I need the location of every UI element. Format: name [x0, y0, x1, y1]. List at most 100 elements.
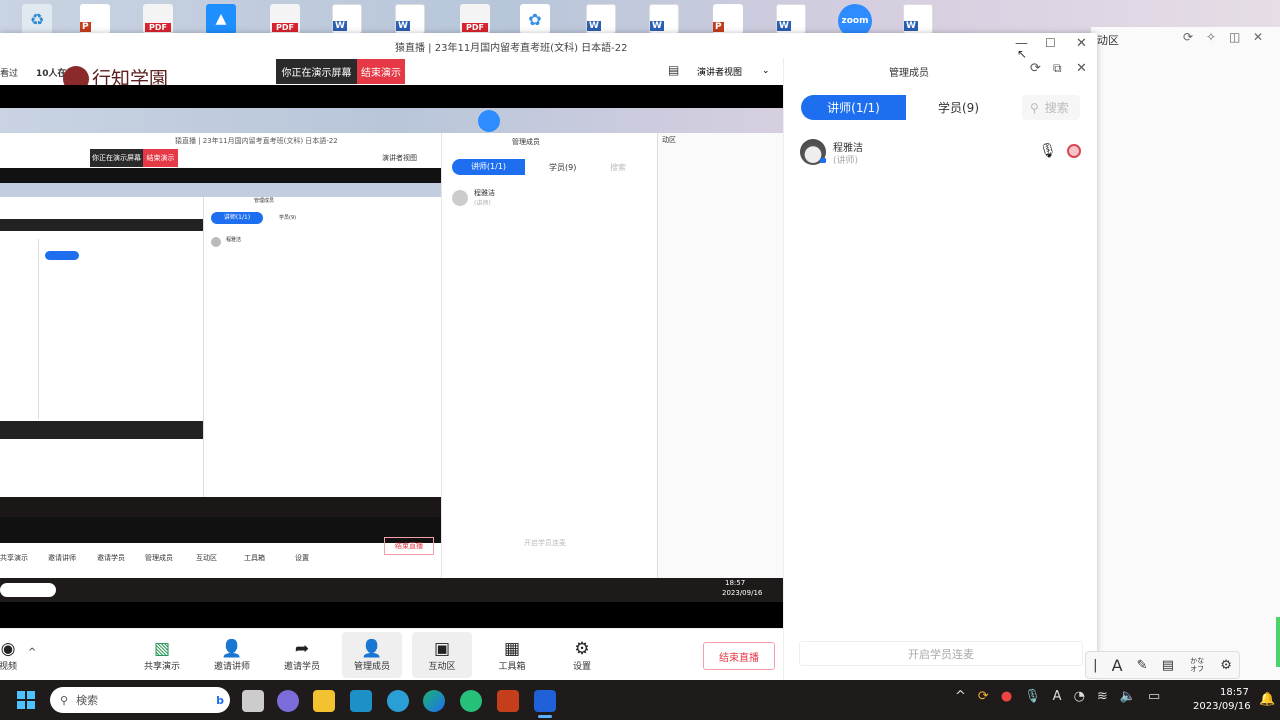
notification-icon[interactable]: 🔔	[1259, 692, 1275, 707]
layout-icon[interactable]: ▤	[668, 63, 679, 77]
tb-settings[interactable]: ⚙ 设置	[552, 632, 612, 678]
end-live-button[interactable]: 结束直播	[703, 642, 775, 670]
members-title: 管理成员	[889, 68, 929, 79]
deep-avatar	[211, 237, 221, 247]
app-mylp-icon[interactable]	[350, 690, 372, 712]
tab-teacher[interactable]: 讲师(1/1)	[801, 95, 906, 120]
tb-tools[interactable]: ▦ 工具箱	[482, 632, 542, 678]
volume-icon[interactable]: 🔈	[1120, 689, 1136, 704]
pin-icon[interactable]: ✧	[1206, 30, 1216, 44]
tb-settings-label: 设置	[572, 661, 591, 672]
tb-interact[interactable]: ▣ 互动区	[412, 632, 472, 678]
nested-end-present: 结束演示	[143, 149, 178, 167]
bing-icon: b	[216, 693, 224, 707]
grid-icon: ▦	[503, 638, 521, 659]
nested-window: 猿直播 | 23年11月国内留考直考班(文科) 日本語-22 你正在演示屏幕 结…	[0, 133, 783, 578]
word-file-icon[interactable]	[586, 4, 616, 34]
end-live-label: 结束直播	[719, 652, 759, 664]
nested-desktop	[0, 108, 783, 135]
teams-icon[interactable]	[277, 690, 299, 712]
ime-indicator[interactable]: A	[1053, 689, 1062, 704]
enable-student-mic-button[interactable]: 开启学员连麦	[799, 641, 1083, 666]
nested-view-mode: 演讲者视图	[382, 154, 417, 162]
edge-icon[interactable]	[423, 690, 445, 712]
ppt-file-icon[interactable]	[80, 4, 110, 34]
end-present-button[interactable]: 结束演示	[357, 59, 405, 84]
nested-avatar	[452, 190, 468, 206]
nested-tab-student: 学员(9)	[549, 163, 577, 172]
app-tray-icon[interactable]: ●	[1001, 689, 1012, 704]
close-panel-icon[interactable]: ✕	[1076, 61, 1087, 76]
word-file-icon[interactable]	[649, 4, 679, 34]
word-file-icon[interactable]	[903, 4, 933, 34]
search-input[interactable]: ⚲ 搜索	[1022, 95, 1080, 120]
ime-settings-icon[interactable]: ⚙	[1220, 658, 1232, 673]
recycle-bin-icon[interactable]: ♻	[22, 4, 52, 34]
ime-pad-icon[interactable]: ✎	[1137, 658, 1148, 673]
end-present-label: 结束演示	[361, 68, 401, 79]
battery-icon[interactable]: ▭	[1148, 689, 1160, 704]
maximize-button[interactable]: ☐	[1045, 36, 1056, 50]
tb-invite-student[interactable]: ➦ 邀请学员	[272, 632, 332, 678]
nested-tab-teacher: 讲师(1/1)	[452, 159, 525, 175]
camera-off-icon[interactable]	[1067, 144, 1081, 158]
microphone-icon[interactable]: 🎙	[1024, 689, 1041, 704]
ppt-file-icon[interactable]	[713, 4, 743, 34]
refresh-icon[interactable]: ⟳	[1030, 61, 1041, 76]
cloud-app-icon[interactable]: ✿	[520, 4, 550, 34]
app-green-icon[interactable]	[460, 690, 482, 712]
presenting-status: 你正在演示屏幕	[276, 59, 357, 84]
clock-time[interactable]: 18:57	[1220, 687, 1249, 698]
ime-mode-button[interactable]: A	[1112, 656, 1123, 675]
nested-interaction-window: 动区	[657, 133, 783, 578]
tab-teacher-label: 讲师(1/1)	[827, 101, 880, 115]
powerpoint-icon[interactable]	[497, 690, 519, 712]
refresh-icon[interactable]: ⟳	[1183, 30, 1193, 44]
pdf-file-icon[interactable]	[460, 4, 490, 34]
dock-icon[interactable]: ◫	[1229, 30, 1240, 44]
nested-search-box	[0, 583, 56, 597]
ime-handle-icon[interactable]: |	[1093, 658, 1097, 673]
word-file-icon[interactable]	[776, 4, 806, 34]
member-name: 程雅洁	[833, 143, 863, 154]
popout-icon[interactable]: ⧉	[1053, 61, 1062, 76]
interaction-title: 动区	[1097, 34, 1119, 47]
tab-student[interactable]: 学员(9)	[906, 95, 1011, 120]
app-icon[interactable]: ▲	[206, 4, 236, 34]
tb-manage-members[interactable]: 👤 管理成员	[342, 632, 402, 678]
tb-invite-teacher[interactable]: 👤 邀请讲师	[202, 632, 262, 678]
ime-kana-toggle[interactable]: かな オフ	[1188, 657, 1206, 673]
pdf-file-icon[interactable]	[143, 4, 173, 34]
view-mode-select[interactable]: 演讲者视图 ⌄	[697, 62, 777, 80]
start-button[interactable]	[17, 691, 35, 709]
nested-presenting: 你正在演示屏幕	[90, 149, 143, 167]
help-icon[interactable]	[387, 690, 409, 712]
word-file-icon[interactable]	[332, 4, 362, 34]
nested-tb-invite-student: 邀请学员	[97, 554, 125, 562]
chevron-up-icon[interactable]: ^	[955, 689, 966, 704]
nested-presenting-label: 你正在演示屏幕	[92, 154, 141, 162]
deeper-tab	[45, 251, 79, 260]
word-file-icon[interactable]	[395, 4, 425, 34]
close-icon[interactable]: ✕	[1253, 30, 1263, 44]
tb-share[interactable]: ▧ 共享演示	[132, 632, 192, 678]
live-app-icon[interactable]	[534, 690, 556, 712]
wifi-icon[interactable]: ≋	[1097, 689, 1108, 704]
task-view-icon[interactable]	[242, 690, 264, 712]
ime-toolbar: | A ✎ ▤ かな オフ ⚙	[1085, 651, 1240, 679]
pdf-file-icon[interactable]	[270, 4, 300, 34]
clock-date[interactable]: 2023/09/16	[1193, 701, 1251, 712]
view-mode-label: 演讲者视图	[697, 67, 743, 78]
tb-manage-label: 管理成员	[353, 661, 390, 672]
taskbar-search[interactable]: ⚲ 検索 b	[50, 687, 230, 713]
ime-dictionary-icon[interactable]: ▤	[1162, 658, 1174, 673]
watched-label: 看过	[0, 69, 19, 79]
deep-members-panel: 管理成员 讲师(1/1) 学员(9) 程雅洁	[203, 197, 353, 497]
sync-icon[interactable]: ⟳	[978, 689, 989, 704]
microphone-icon[interactable]: 🎙	[1039, 143, 1057, 159]
chevron-up-icon[interactable]: ^	[28, 647, 36, 658]
close-button[interactable]: ✕	[1076, 36, 1087, 51]
nested-members-panel: 管理成员 讲师(1/1) 学员(9) 搜索 程雅洁 (讲师) 开启学员连麦	[441, 133, 657, 578]
clock-icon[interactable]: ◔	[1074, 689, 1085, 704]
file-explorer-icon[interactable]	[313, 690, 335, 712]
